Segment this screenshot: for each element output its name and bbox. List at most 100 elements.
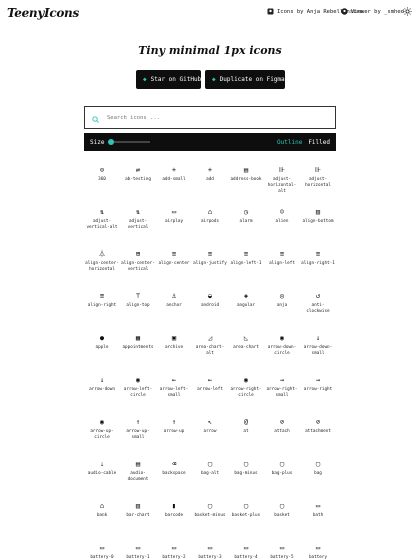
ab-testing-icon: ⇄ xyxy=(135,165,141,174)
icon-tile[interactable]: ↓ arrow-down xyxy=(84,370,120,412)
icon-tile[interactable]: ◉ arrow-up-circle xyxy=(84,412,120,454)
icon-tile[interactable]: ◎ anja xyxy=(264,286,300,328)
icon-tile[interactable]: ◉ arrow-right-circle xyxy=(228,370,264,412)
icon-label: align-right xyxy=(87,303,117,308)
icon-label: airplay xyxy=(164,219,184,224)
icon-tile[interactable]: ⊪ adjust-horizontal xyxy=(300,160,336,202)
icon-tile[interactable]: ▢ bag-alt xyxy=(192,454,228,496)
icon-tile[interactable]: ▭ battery xyxy=(300,538,336,560)
icon-tile[interactable]: ↺ anti-clockwise xyxy=(300,286,336,328)
icon-tile[interactable]: ◉ arrow-down-circle xyxy=(264,328,300,370)
tab-outline[interactable]: Outline xyxy=(277,139,302,146)
icon-tile[interactable]: ▢ bag xyxy=(300,454,336,496)
icon-tile[interactable]: → arrow-right-small xyxy=(264,370,300,412)
icon-tile[interactable]: ≡ align-right xyxy=(84,286,120,328)
icon-tile[interactable]: ⊘ attach xyxy=(264,412,300,454)
icon-tile[interactable]: ▢ bag-minus xyxy=(228,454,264,496)
app-logo[interactable]: TeenyIcons xyxy=(7,6,79,20)
icon-label: adjust-vertical-alt xyxy=(86,219,118,230)
icon-tile[interactable]: ≡ align-center xyxy=(156,244,192,286)
size-slider[interactable] xyxy=(108,139,151,145)
attach-icon: ⊘ xyxy=(279,417,285,426)
icon-tile[interactable]: ⊤ align-top xyxy=(120,286,156,328)
duplicate-on-figma-button[interactable]: ◆ Duplicate on Figma xyxy=(205,70,285,89)
theme-toggle-sun-icon[interactable] xyxy=(402,6,412,16)
icon-tile[interactable]: ● apple xyxy=(84,328,120,370)
icon-tile[interactable]: ▣ archive xyxy=(156,328,192,370)
icon-tile[interactable]: ◈ angular xyxy=(228,286,264,328)
icon-tile[interactable]: ▢ bag-plus xyxy=(264,454,300,496)
icon-tile[interactable]: ▭ battery-4 xyxy=(228,538,264,560)
icon-tile[interactable]: ▭ battery-5 xyxy=(264,538,300,560)
icon-tile[interactable]: ⇣ audio-cable xyxy=(84,454,120,496)
icon-tile[interactable]: ⌂ bank xyxy=(84,496,120,538)
icon-tile[interactable]: ⚓ anchor xyxy=(156,286,192,328)
align-justify-icon: ≡ xyxy=(207,249,213,258)
battery-0-icon: ▭ xyxy=(99,543,105,552)
icon-tile[interactable]: ▭ battery-1 xyxy=(120,538,156,560)
icon-tile[interactable]: ⌂ airpods xyxy=(192,202,228,244)
icon-tile[interactable]: ← arrow-left xyxy=(192,370,228,412)
icon-tile[interactable]: ↓ arrow-down-small xyxy=(300,328,336,370)
icon-tile[interactable]: ▭ battery-2 xyxy=(156,538,192,560)
tab-filled[interactable]: Filled xyxy=(308,139,330,146)
icon-tile[interactable]: ▮ barcode xyxy=(156,496,192,538)
icon-tile[interactable]: + add xyxy=(192,160,228,202)
icon-tile[interactable]: ↖ arrow xyxy=(192,412,228,454)
viewer-credit-text: Viewer by _smhed xyxy=(351,8,404,15)
icon-tile[interactable]: ▭ bath xyxy=(300,496,336,538)
icon-tile[interactable]: ▢ basket-minus xyxy=(192,496,228,538)
adjust-horizontal-alt-icon: ⊪ xyxy=(278,165,286,174)
icon-tile[interactable]: ▢ basket-plus xyxy=(228,496,264,538)
icon-label: bag xyxy=(314,471,322,476)
size-slider-thumb[interactable] xyxy=(108,139,115,145)
icon-label: arrow-right xyxy=(303,387,333,392)
icon-tile[interactable]: ⇅ adjust-vertical-alt xyxy=(84,202,120,244)
icon-tile[interactable]: ← arrow-left-small xyxy=(156,370,192,412)
icon-tile[interactable]: ⊙ 360 xyxy=(84,160,120,202)
icon-tile[interactable]: ▭ airplay xyxy=(156,202,192,244)
icon-tile[interactable]: ◺ area-chart xyxy=(228,328,264,370)
anja-icon: ◎ xyxy=(279,291,285,300)
icon-tile[interactable]: ◿ area-chart-alt xyxy=(192,328,228,370)
icon-tile[interactable]: ≡ align-left xyxy=(264,244,300,286)
icon-tile[interactable]: ▥ bar-chart xyxy=(120,496,156,538)
at-icon: @ xyxy=(243,417,249,426)
icon-label: arrow-down-small xyxy=(303,345,333,356)
icon-tile[interactable]: ⏃ align-center-horizontal xyxy=(84,244,120,286)
icon-tile[interactable]: ☺ alien xyxy=(264,202,300,244)
icon-tile[interactable]: ↑ arrow-up-small xyxy=(120,412,156,454)
icon-tile[interactable]: → arrow-right xyxy=(300,370,336,412)
icon-tile[interactable]: ▢ basket xyxy=(264,496,300,538)
icon-tile[interactable]: ↑ arrow-up xyxy=(156,412,192,454)
battery-icon: ▭ xyxy=(315,543,321,552)
icon-tile[interactable]: ≡ align-justify xyxy=(192,244,228,286)
icon-tile[interactable]: ▭ battery-3 xyxy=(192,538,228,560)
icon-tile[interactable]: ▤ address-book xyxy=(228,160,264,202)
icon-tile[interactable]: ▥ align-bottom xyxy=(300,202,336,244)
icon-tile[interactable]: ⌫ backspace xyxy=(156,454,192,496)
icon-tile[interactable]: ◉ arrow-left-circle xyxy=(120,370,156,412)
icon-tile[interactable]: ≡ align-left-1 xyxy=(228,244,264,286)
star-on-github-button[interactable]: ◆ Star on GitHub xyxy=(136,70,201,89)
icon-tile[interactable]: ▤ audio-document xyxy=(120,454,156,496)
icon-tile[interactable]: ⊪ adjust-horizontal-alt xyxy=(264,160,300,202)
icon-tile[interactable]: ⊞ align-center-vertical xyxy=(120,244,156,286)
icon-tile[interactable]: ⇅ adjust-vertical xyxy=(120,202,156,244)
icon-label: adjust-horizontal-alt xyxy=(267,177,297,194)
icon-tile[interactable]: ◷ alarm xyxy=(228,202,264,244)
icon-label: anti-clockwise xyxy=(306,303,330,314)
icon-tile[interactable]: ◒ android xyxy=(192,286,228,328)
icon-tile[interactable]: ▦ appointments xyxy=(120,328,156,370)
icon-tile[interactable]: ▭ battery-0 xyxy=(84,538,120,560)
viewer-credit-link[interactable]: Viewer by _smhed xyxy=(341,8,404,15)
icon-tile[interactable]: @ at xyxy=(228,412,264,454)
icon-tile[interactable]: ≡ align-right-1 xyxy=(300,244,336,286)
icon-tile[interactable]: + add-small xyxy=(156,160,192,202)
search-input[interactable] xyxy=(107,114,307,121)
battery-4-icon: ▭ xyxy=(243,543,249,552)
icon-tile[interactable]: ⊘ attachment xyxy=(300,412,336,454)
icon-label: archive xyxy=(164,345,184,350)
battery-5-icon: ▭ xyxy=(279,543,285,552)
icon-tile[interactable]: ⇄ ab-testing xyxy=(120,160,156,202)
